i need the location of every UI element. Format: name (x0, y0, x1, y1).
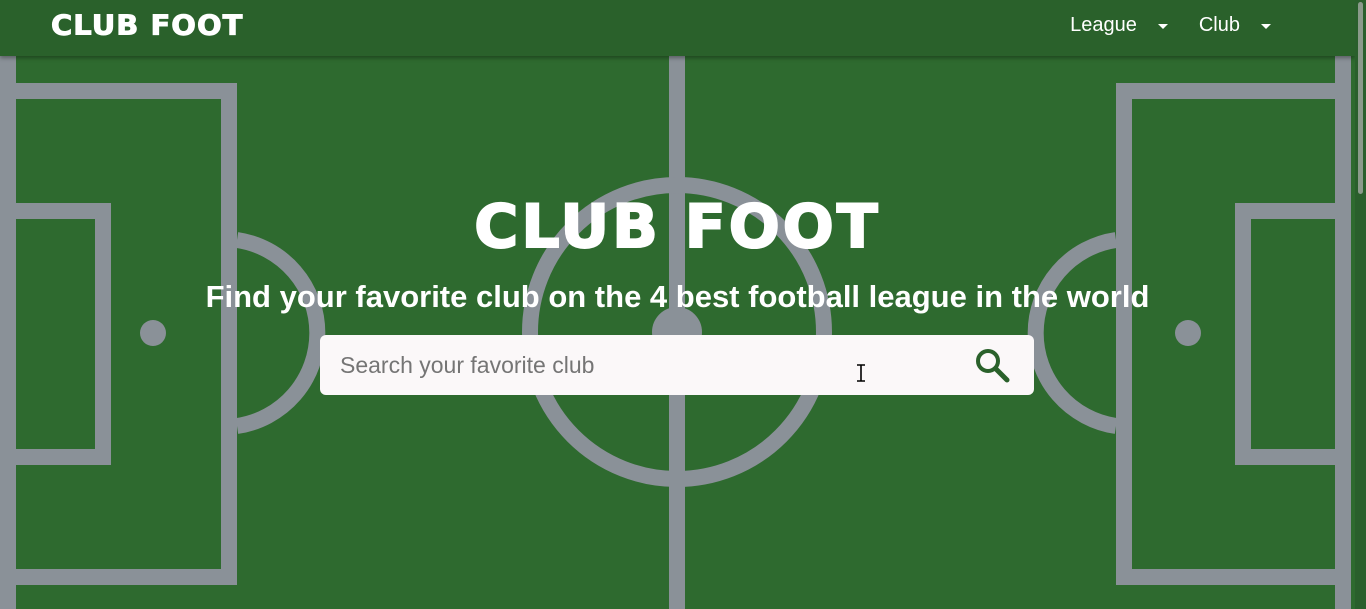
search-icon (976, 349, 1010, 383)
page: CLUB FOOT League Club CLUB FOOT Find you… (0, 0, 1366, 609)
nav-dropdown-league[interactable]: League (1070, 14, 1168, 43)
nav-menu: League Club (1070, 0, 1271, 56)
top-navbar: CLUB FOOT League Club (0, 0, 1355, 56)
nav-dropdown-club[interactable]: Club (1199, 14, 1271, 43)
scrollbar-thumb[interactable] (1358, 2, 1363, 194)
vertical-scrollbar[interactable] (1355, 0, 1366, 609)
text-cursor-icon (857, 364, 865, 382)
search-bar (320, 335, 1034, 395)
hero-subtitle: Find your favorite club on the 4 best fo… (205, 279, 1150, 314)
hero-title: CLUB FOOT (473, 192, 881, 262)
nav-dropdown-label: Club (1198, 13, 1240, 36)
caret-down-icon (1157, 23, 1168, 29)
caret-down-icon (1261, 23, 1271, 29)
search-button[interactable] (974, 347, 1012, 385)
nav-dropdown-label: League (1070, 13, 1137, 36)
brand-logo[interactable]: CLUB FOOT (50, 8, 243, 41)
